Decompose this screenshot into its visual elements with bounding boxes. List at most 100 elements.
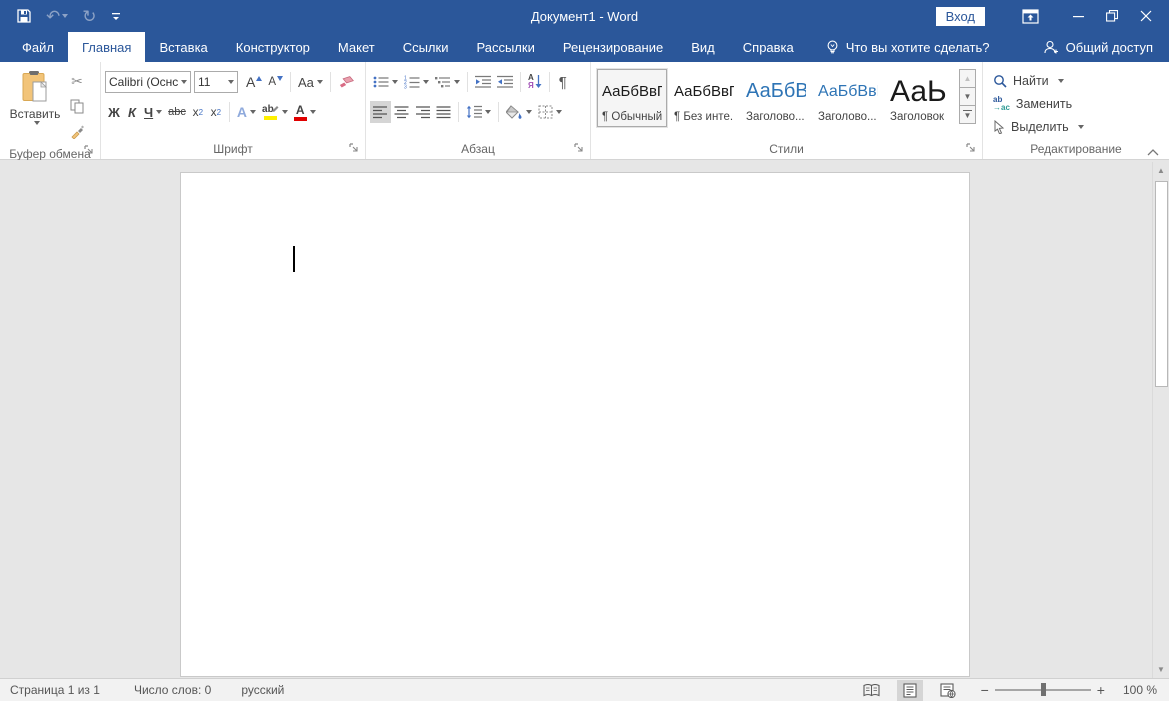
zoom-level[interactable]: 100 % (1119, 683, 1169, 697)
paragraph-dialog-launcher[interactable] (574, 143, 586, 155)
clipboard-dialog-launcher[interactable] (84, 145, 96, 157)
subscript-button[interactable]: x2 (189, 101, 207, 123)
change-case-button[interactable]: Aa (295, 71, 326, 93)
zoom-slider-thumb[interactable] (1041, 683, 1046, 696)
increase-indent-button[interactable] (494, 71, 516, 93)
highlight-button[interactable]: ab (259, 101, 291, 123)
style-normal[interactable]: АаБбВвГг, ¶ Обычный (597, 69, 667, 127)
justify-button[interactable] (433, 101, 454, 123)
shading-button[interactable] (503, 101, 535, 123)
bold-button[interactable]: Ж (105, 101, 123, 123)
word-count[interactable]: Число слов: 0 (124, 683, 221, 697)
find-button[interactable]: Найти (983, 69, 1169, 92)
tab-references[interactable]: Ссылки (389, 32, 463, 62)
save-icon[interactable] (16, 8, 32, 24)
close-button[interactable] (1129, 0, 1163, 32)
styles-scroll-up-button[interactable]: ▲ (959, 69, 976, 88)
minimize-button[interactable] (1061, 0, 1095, 32)
font-name-dropdown-icon (181, 80, 187, 84)
style-heading2[interactable]: АаБбВвГ Заголово... (813, 69, 883, 127)
collapse-ribbon-button[interactable] (1147, 149, 1159, 156)
ribbon-display-options-icon[interactable] (1013, 0, 1047, 32)
print-layout-button[interactable] (897, 680, 923, 701)
styles-dialog-launcher[interactable] (966, 143, 978, 155)
styles-gallery: АаБбВвГг, ¶ Обычный АаБбВвГг, ¶ Без инте… (597, 69, 982, 127)
bullets-button[interactable] (370, 71, 401, 93)
align-right-button[interactable] (412, 101, 433, 123)
vertical-scrollbar[interactable]: ▲ ▼ (1152, 162, 1169, 678)
replace-button[interactable]: ab →ac Заменить (983, 92, 1169, 115)
decrease-indent-button[interactable] (472, 71, 494, 93)
tab-design[interactable]: Конструктор (222, 32, 324, 62)
sign-in-button[interactable]: Вход (936, 7, 985, 26)
scrollbar-thumb[interactable] (1155, 181, 1168, 387)
tab-home[interactable]: Главная (68, 32, 145, 62)
paste-button[interactable]: Вставить (6, 69, 64, 147)
text-effects-button[interactable]: А (234, 101, 259, 123)
cut-button[interactable]: ✂ (66, 70, 88, 92)
eraser-icon (338, 75, 354, 89)
font-size-combo[interactable]: 11 (194, 71, 238, 93)
borders-button[interactable] (535, 101, 565, 123)
styles-scroll-down-button[interactable]: ▼ (959, 87, 976, 106)
superscript-button[interactable]: x2 (207, 101, 225, 123)
show-formatting-marks-button[interactable]: ¶ (554, 71, 572, 93)
align-left-button[interactable] (370, 101, 391, 123)
decrease-indent-icon (475, 75, 491, 89)
zoom-in-button[interactable]: + (1091, 682, 1111, 698)
tab-review[interactable]: Рецензирование (549, 32, 677, 62)
undo-button[interactable]: ↶ (46, 8, 68, 25)
tab-mailings[interactable]: Рассылки (462, 32, 548, 62)
select-cursor-icon (993, 120, 1005, 134)
grow-font-button[interactable]: А (243, 71, 265, 93)
web-layout-button[interactable] (935, 680, 961, 701)
format-painter-button[interactable] (66, 120, 88, 142)
font-dialog-launcher[interactable] (349, 143, 361, 155)
bullets-icon (373, 75, 389, 89)
read-mode-button[interactable] (859, 680, 885, 701)
ribbon: Вставить ✂ Буфер обмена (0, 62, 1169, 160)
share-button[interactable]: Общий доступ (1027, 32, 1169, 62)
tab-file[interactable]: Файл (8, 32, 68, 62)
shrink-font-button[interactable]: А (265, 71, 286, 93)
clear-formatting-button[interactable] (335, 71, 357, 93)
underline-button[interactable]: Ч (141, 101, 165, 123)
highlight-icon: ab (262, 104, 279, 120)
zoom-slider[interactable] (995, 689, 1091, 691)
tab-insert[interactable]: Вставка (145, 32, 221, 62)
svg-text:3: 3 (404, 85, 407, 90)
document-page[interactable] (180, 172, 970, 677)
select-button[interactable]: Выделить (983, 115, 1169, 138)
page-indicator[interactable]: Страница 1 из 1 (0, 683, 110, 697)
numbering-button[interactable]: 123 (401, 71, 432, 93)
align-right-icon (415, 106, 430, 119)
multilevel-list-button[interactable] (432, 71, 463, 93)
strikethrough-button[interactable]: abc (165, 101, 189, 123)
tab-view[interactable]: Вид (677, 32, 729, 62)
scroll-down-button[interactable]: ▼ (1153, 661, 1169, 678)
align-center-button[interactable] (391, 101, 412, 123)
tab-help[interactable]: Справка (729, 32, 808, 62)
scroll-up-button[interactable]: ▲ (1153, 162, 1169, 179)
language-indicator[interactable]: русский (231, 683, 294, 697)
italic-button[interactable]: К (123, 101, 141, 123)
style-title[interactable]: АаЬ Заголовок (885, 69, 955, 127)
tell-me-box[interactable]: Что вы хотите сделать? (816, 32, 1000, 62)
styles-more-button[interactable]: ▼ (959, 105, 976, 124)
line-spacing-button[interactable] (463, 101, 494, 123)
zoom-out-button[interactable]: − (975, 682, 995, 698)
restore-button[interactable] (1095, 0, 1129, 32)
copy-button[interactable] (66, 95, 88, 117)
customize-qat-button[interactable] (111, 11, 121, 21)
redo-button[interactable]: ↻ (82, 8, 96, 25)
undo-dropdown-icon (62, 14, 68, 18)
style-no-spacing[interactable]: АаБбВвГг, ¶ Без инте... (669, 69, 739, 127)
style-heading1[interactable]: АаБбВв Заголово... (741, 69, 811, 127)
lightbulb-icon (826, 40, 839, 55)
font-color-button[interactable]: А (291, 101, 319, 123)
font-name-combo[interactable]: Calibri (Оснс (105, 71, 191, 93)
sort-button[interactable]: А Я (525, 71, 545, 93)
titlebar-controls: Вход (936, 0, 1169, 32)
tab-layout[interactable]: Макет (324, 32, 389, 62)
paste-dropdown-icon (34, 121, 40, 125)
